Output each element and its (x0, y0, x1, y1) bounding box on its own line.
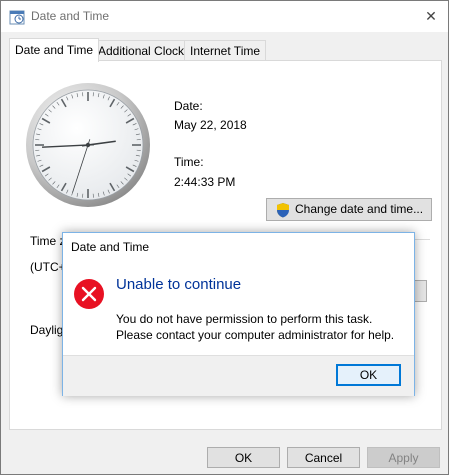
permission-error-dialog: Date and Time Unable to continue You do … (62, 232, 415, 396)
time-value: 2:44:33 PM (174, 175, 236, 189)
dialog-message-line-1: You do not have permission to perform th… (116, 312, 373, 326)
dialog-footer: OK (63, 355, 414, 396)
tab-internet-time[interactable]: Internet Time (184, 40, 267, 61)
window-title: Date and Time (31, 9, 110, 23)
change-date-and-time-label: Change date and time... (295, 202, 424, 216)
change-time-zone-button[interactable] (414, 280, 427, 302)
dialog-heading: Unable to continue (116, 276, 242, 293)
clock-app-icon (9, 9, 25, 25)
analog-clock (26, 83, 150, 207)
time-label: Time: (174, 155, 204, 169)
close-icon[interactable]: ✕ (419, 5, 443, 27)
time-zone-heading: Time z (30, 234, 66, 248)
time-zone-value: (UTC+ (30, 260, 66, 274)
ok-button[interactable]: OK (207, 447, 280, 468)
change-date-and-time-button[interactable]: Change date and time... (266, 198, 432, 221)
dialog-ok-button[interactable]: OK (336, 364, 401, 386)
dialog-message-line-2: Please contact your computer administrat… (116, 328, 395, 342)
error-icon (73, 278, 105, 310)
cancel-button[interactable]: Cancel (287, 447, 360, 468)
apply-button[interactable]: Apply (367, 447, 440, 468)
title-bar: Date and Time ✕ (1, 1, 448, 32)
uac-shield-icon (275, 202, 291, 218)
dialog-title: Date and Time (71, 240, 150, 254)
date-value: May 22, 2018 (174, 118, 247, 132)
dialog-body: Unable to continue You do not have permi… (64, 261, 413, 356)
tab-additional-clocks[interactable]: Additional Clocks (92, 40, 197, 61)
date-label: Date: (174, 99, 203, 113)
tab-date-and-time[interactable]: Date and Time (9, 38, 100, 62)
